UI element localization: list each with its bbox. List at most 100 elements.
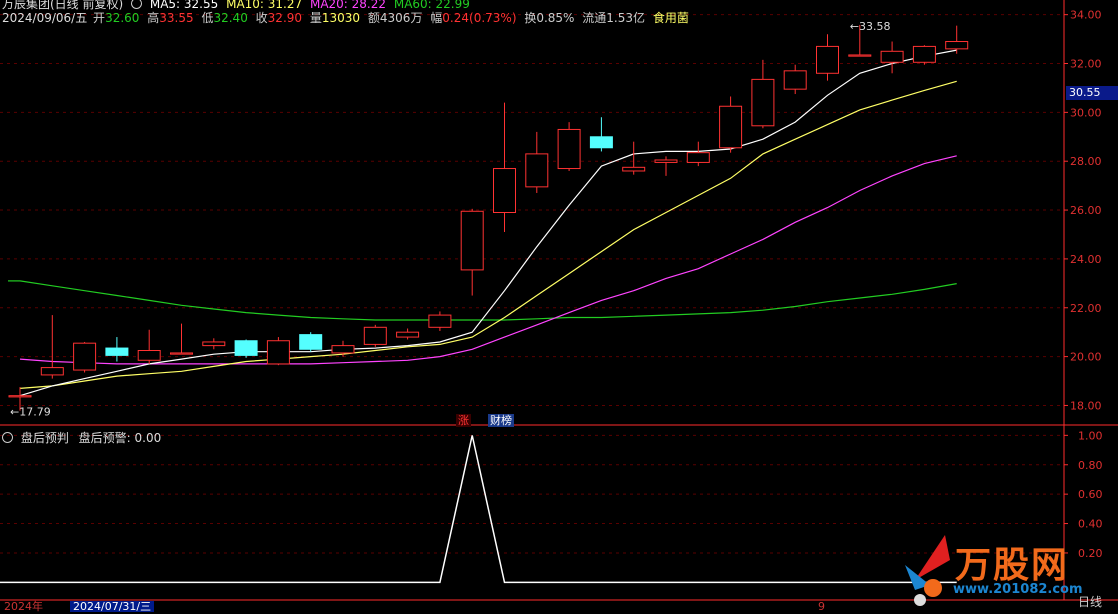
candle: [40, 315, 64, 379]
candle-body: [493, 168, 516, 214]
grid: [0, 0, 1118, 601]
signal-tick-label: 0.60: [1078, 488, 1103, 501]
candle: [751, 59, 775, 129]
indicator-name[interactable]: 盘后预判: [21, 431, 69, 445]
volume-value: 13030: [321, 11, 361, 25]
volume-label: 量: [309, 11, 322, 25]
candle-body: [299, 334, 323, 350]
candle: [266, 337, 290, 366]
sector[interactable]: 食用菌: [653, 11, 689, 25]
close-label: 收: [255, 11, 268, 25]
signal-line: [0, 435, 957, 584]
sub-settings-icon[interactable]: [2, 432, 13, 443]
candle-body: [460, 210, 484, 271]
price-tick-label: 22.00: [1070, 302, 1102, 315]
candle: [363, 324, 387, 347]
candle: [686, 141, 710, 167]
change-value: 0.24(0.73%): [442, 11, 517, 25]
period-mark: 9: [818, 600, 825, 613]
candle: [557, 122, 581, 171]
candle-body: [912, 45, 936, 63]
open-label: 开: [93, 11, 106, 25]
candle-body: [816, 45, 839, 74]
candle: [783, 64, 807, 95]
caibang-tag[interactable]: 财榜: [488, 414, 514, 427]
amount-value: 4306万: [379, 11, 423, 25]
candle-body: [73, 342, 97, 371]
candle: [589, 117, 613, 152]
candle-body: [234, 340, 258, 356]
candle: [137, 329, 161, 364]
ma20-line: [19, 155, 957, 365]
candle-body: [40, 367, 64, 376]
candle-body: [557, 128, 581, 170]
candle: [460, 208, 484, 296]
price-tick-label: 28.00: [1070, 155, 1102, 168]
low-value: 32.40: [213, 11, 248, 25]
chart-stage: ←17.79←33.58 18.0020.0022.0024.0026.0028…: [0, 0, 1118, 601]
signal-tick-label: 0.80: [1078, 459, 1103, 472]
candle-body: [848, 54, 872, 57]
settings-icon[interactable]: [131, 0, 143, 9]
candle-body: [945, 41, 969, 50]
candle-body: [719, 105, 743, 149]
candle-body: [622, 166, 646, 172]
candle-body: [654, 159, 678, 163]
date-cursor-badge: 2024/07/31/三: [70, 601, 155, 612]
high-label: 高: [147, 11, 160, 25]
candle-body: [363, 326, 387, 345]
candle-body: [266, 340, 290, 365]
price-cursor-badge: 30.55: [1066, 86, 1118, 100]
candles: [8, 24, 969, 411]
candle-body: [137, 350, 161, 361]
candle: [654, 156, 678, 176]
price-tick-label: 34.00: [1070, 9, 1102, 22]
candle-body: [202, 341, 226, 347]
candle: [170, 323, 193, 355]
candle: [234, 339, 258, 358]
candle-body: [686, 152, 710, 163]
candle-body: [783, 70, 807, 90]
candle: [299, 332, 323, 352]
zhang-tag[interactable]: 涨: [456, 414, 471, 427]
candle-body: [331, 345, 355, 354]
quote-date: 2024/09/06/五: [2, 11, 88, 25]
candle: [622, 141, 646, 175]
price-tick-label: 24.00: [1070, 253, 1102, 266]
candle: [105, 337, 129, 362]
candle-body: [751, 78, 775, 127]
logo-url: www.201082.com: [953, 582, 1083, 597]
time-axis: 2024年 9: [0, 601, 1118, 612]
quote-row: 2024/09/06/五 开32.60 高33.55 低32.40 收32.90…: [2, 9, 693, 26]
ma10-line: [19, 80, 957, 389]
candle: [428, 311, 452, 331]
sub-indicator-header: 盘后预判 盘后预警: 0.00: [2, 429, 161, 446]
candle: [73, 341, 97, 373]
candle: [912, 45, 936, 65]
chart-header: 万辰集团(日线 前复权) MA5: 32.55 MA10: 31.27 MA20…: [0, 0, 1064, 28]
price-tick-label: 26.00: [1070, 204, 1102, 217]
ma60-line: [19, 280, 957, 321]
candle: [493, 102, 516, 233]
candle: [945, 25, 969, 54]
amount-label: 额: [367, 11, 380, 25]
signal-tick-label: 0.40: [1078, 518, 1103, 531]
change-label: 幅: [430, 11, 443, 25]
candle: [396, 328, 420, 340]
candle-body: [8, 395, 32, 398]
watermark-logo: 万股网 www.201082.com: [905, 530, 1105, 610]
year-label: 2024年: [4, 600, 43, 613]
turnover: 换0.85%: [524, 11, 575, 25]
candle: [880, 41, 904, 74]
ma5-line: [19, 49, 957, 397]
indicator-value: 盘后预警: 0.00: [78, 431, 162, 445]
price-axis: 18.00 20.00 22.00 24.00 26.00 28.00 30.00 32.00…: [1064, 9, 1102, 412]
candle: [202, 338, 226, 350]
candle-body: [428, 314, 452, 328]
candle-body: [105, 347, 129, 356]
candle-body: [170, 352, 193, 355]
price-tick-label: 30.00: [1070, 106, 1102, 119]
candle: [719, 96, 743, 153]
price-tick-label: 32.00: [1070, 58, 1102, 71]
period-label[interactable]: 日线: [1078, 593, 1102, 610]
